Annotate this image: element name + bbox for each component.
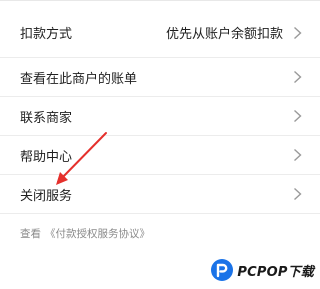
menu-row-label: 关闭服务 [20, 188, 73, 204]
menu-row-close-service[interactable]: 关闭服务 [0, 175, 320, 214]
menu-row-payment-method[interactable]: 扣款方式 优先从账户余额扣款 [0, 0, 320, 58]
menu-row-label: 扣款方式 [20, 27, 73, 42]
menu-row-help-center[interactable]: 帮助中心 [0, 136, 320, 175]
pcpop-logo-icon [211, 259, 234, 281]
menu-row-label: 帮助中心 [20, 149, 73, 165]
menu-row-label: 联系商家 [20, 110, 73, 126]
chevron-right-icon [294, 148, 302, 162]
agreement-footer: 查看 《付款授权服务协议》 [20, 226, 150, 241]
chevron-right-icon [294, 26, 302, 39]
watermark-brand: PCPOP下载 [237, 264, 314, 280]
agreement-link[interactable]: 《付款授权服务协议》 [45, 228, 150, 240]
chevron-right-icon [294, 70, 302, 84]
menu-row-label: 查看在此商户的账单 [20, 71, 138, 87]
chevron-right-icon [294, 109, 302, 123]
menu-row-contact-merchant[interactable]: 联系商家 [0, 97, 320, 136]
menu-row-merchant-bills[interactable]: 查看在此商户的账单 [0, 58, 320, 97]
payment-method-value: 优先从账户余额扣款 [165, 27, 283, 42]
settings-menu: 扣款方式 优先从账户余额扣款 查看在此商户的账单 联系商家 帮助中心 关闭服务 [0, 0, 320, 214]
watermark: PCPOP下载 [210, 258, 314, 282]
agreement-prefix: 查看 [20, 228, 41, 240]
chevron-right-icon [294, 187, 302, 201]
